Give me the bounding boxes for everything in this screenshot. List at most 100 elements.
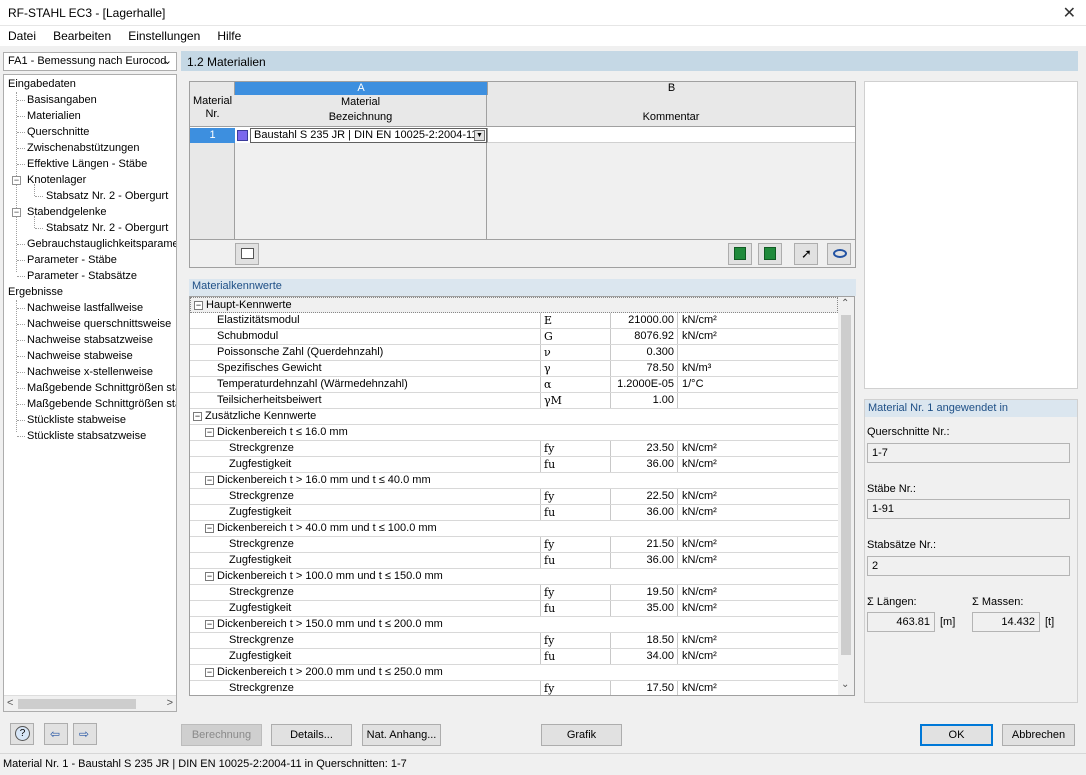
help-icon: ? xyxy=(15,726,30,741)
tree-item-stabendgelenke-stabsatz[interactable]: Stabsatz Nr. 2 - Obergurt xyxy=(46,220,168,236)
help-button[interactable]: ? xyxy=(10,723,34,745)
tree-result-stab[interactable]: Nachweise stabweise xyxy=(27,348,133,364)
group-zusatz[interactable]: − Zusätzliche Kennwerte xyxy=(190,409,839,425)
collapse-icon[interactable]: − xyxy=(205,476,214,485)
header-material: Material Bezeichnung xyxy=(235,95,487,127)
import-excel-button[interactable] xyxy=(758,243,782,265)
collapse-icon[interactable]: − xyxy=(205,524,214,533)
column-header-b[interactable]: B xyxy=(487,82,855,95)
tree-result-stueckliste-stab[interactable]: Stückliste stabweise xyxy=(27,412,126,428)
next-button[interactable]: ⇨ xyxy=(73,723,97,745)
menu-datei[interactable]: Datei xyxy=(8,29,36,43)
tree-item-basisangaben[interactable]: Basisangaben xyxy=(27,92,97,108)
abbrechen-button[interactable]: Abbrechen xyxy=(1002,724,1075,746)
stabsaetze-label: Stabsätze Nr.: xyxy=(867,539,937,551)
collapse-icon[interactable]: − xyxy=(12,208,21,217)
massen-unit: [t] xyxy=(1045,616,1055,628)
tree-item-querschnitte[interactable]: Querschnitte xyxy=(27,124,89,140)
ok-button[interactable]: OK xyxy=(920,724,993,746)
tree-item-materialien[interactable]: Materialien xyxy=(27,108,81,124)
excel-import-icon xyxy=(764,247,776,260)
group-range[interactable]: − Dickenbereich t > 150.0 mm und t ≤ 200… xyxy=(190,617,839,633)
navigator-tree: Eingabedaten Basisangaben Materialien Qu… xyxy=(3,74,177,712)
property-grid-scrollbar[interactable]: ⌃ ⌄ xyxy=(838,297,854,695)
comment-cell[interactable] xyxy=(487,128,855,143)
property-row: Streckgrenze fy 21.50 kN/cm² xyxy=(190,537,839,553)
group-range[interactable]: − Dickenbereich t > 200.0 mm und t ≤ 250… xyxy=(190,665,839,681)
tree-item-effektive-laengen[interactable]: Effektive Längen - Stäbe xyxy=(27,156,147,172)
collapse-icon[interactable]: − xyxy=(205,572,214,581)
tree-eingabedaten[interactable]: Eingabedaten xyxy=(8,76,76,92)
tree-item-knotenlager[interactable]: Knotenlager xyxy=(27,172,86,188)
property-row: Zugfestigkeit fu 36.00 kN/cm² xyxy=(190,553,839,569)
select-pointer-button[interactable]: ➚ xyxy=(794,243,818,265)
tree-result-querschnitt[interactable]: Nachweise querschnittsweise xyxy=(27,316,171,332)
tree-item-parameter-stabsaetze[interactable]: Parameter - Stabsätze xyxy=(27,268,137,284)
property-row: Streckgrenze fy 23.50 kN/cm² xyxy=(190,441,839,457)
collapse-icon[interactable]: − xyxy=(12,176,21,185)
tree-result-x-stelle[interactable]: Nachweise x-stellenweise xyxy=(27,364,153,380)
nat-anhang-button[interactable]: Nat. Anhang... xyxy=(362,724,441,746)
stabsaetze-field: 2 xyxy=(867,556,1070,576)
property-row: Streckgrenze fy 22.50 kN/cm² xyxy=(190,489,839,505)
group-range[interactable]: − Dickenbereich t > 16.0 mm und t ≤ 40.0… xyxy=(190,473,839,489)
graphic-preview xyxy=(864,81,1078,389)
menu-bearbeiten[interactable]: Bearbeiten xyxy=(53,29,111,43)
tree-item-parameter-staebe[interactable]: Parameter - Stäbe xyxy=(27,252,117,268)
collapse-icon[interactable]: − xyxy=(205,620,214,629)
staebe-field: 1-91 xyxy=(867,499,1070,519)
collapse-icon[interactable]: − xyxy=(205,428,214,437)
scroll-left-icon[interactable]: < xyxy=(7,697,13,709)
berechnung-button[interactable]: Berechnung xyxy=(181,724,262,746)
close-icon[interactable]: ✕ xyxy=(1063,3,1076,23)
tree-item-zwischenabstuetzungen[interactable]: Zwischenabstützungen xyxy=(27,140,140,156)
column-header-a[interactable]: A xyxy=(235,82,487,95)
collapse-icon[interactable]: − xyxy=(194,301,203,310)
row-number[interactable]: 1 xyxy=(190,128,235,143)
header-material-top: Material xyxy=(340,96,381,108)
group-range[interactable]: − Dickenbereich t > 100.0 mm und t ≤ 150… xyxy=(190,569,839,585)
menu-hilfe[interactable]: Hilfe xyxy=(217,29,241,43)
group-range[interactable]: − Dickenbereich t ≤ 16.0 mm xyxy=(190,425,839,441)
tree-result-lastfall[interactable]: Nachweise lastfallweise xyxy=(27,300,143,316)
menu-einstellungen[interactable]: Einstellungen xyxy=(128,29,200,43)
grafik-button[interactable]: Grafik xyxy=(541,724,622,746)
property-row: Zugfestigkeit fu 36.00 kN/cm² xyxy=(190,457,839,473)
material-select[interactable]: Baustahl S 235 JR | DIN EN 10025-2:2004-… xyxy=(250,128,487,143)
scroll-right-icon[interactable]: > xyxy=(167,697,173,709)
group-haupt[interactable]: − Haupt-Kennwerte xyxy=(190,297,838,313)
tree-item-stabendgelenke[interactable]: Stabendgelenke xyxy=(27,204,107,220)
library-button[interactable] xyxy=(235,243,259,265)
tree-item-knotenlager-stabsatz[interactable]: Stabsatz Nr. 2 - Obergurt xyxy=(46,188,168,204)
collapse-icon[interactable]: − xyxy=(193,412,202,421)
chevron-up-icon[interactable]: ⌃ xyxy=(841,298,849,309)
tree-result-stabsatz[interactable]: Nachweise stabsatzweise xyxy=(27,332,153,348)
tree-result-schnittgroessen-stabsatz[interactable]: Maßgebende Schnittgrößen stabsatzweise xyxy=(27,396,176,412)
material-select-value: Baustahl S 235 JR | DIN EN 10025-2:2004-… xyxy=(254,129,478,141)
massen-label: Σ Massen: xyxy=(972,596,1024,608)
tree-item-gebrauchstauglichkeit[interactable]: Gebrauchstauglichkeitsparameter xyxy=(27,236,176,252)
group-range[interactable]: − Dickenbereich t > 40.0 mm und t ≤ 100.… xyxy=(190,521,839,537)
laengen-unit: [m] xyxy=(940,616,956,628)
property-row: Temperaturdehnzahl (Wärmedehnzahl) α 1.2… xyxy=(190,377,839,393)
scroll-thumb[interactable] xyxy=(18,699,136,709)
arrow-left-icon: ⇦ xyxy=(50,727,61,741)
tree-horizontal-scrollbar[interactable]: < > xyxy=(4,695,176,711)
export-excel-button[interactable] xyxy=(728,243,752,265)
module-select[interactable]: FA1 - Bemessung nach Eurocod ⌄ xyxy=(3,52,177,71)
dropdown-arrow-icon[interactable]: ▼ xyxy=(474,130,485,141)
collapse-icon[interactable]: − xyxy=(205,668,214,677)
view-button[interactable] xyxy=(827,243,851,265)
tree-result-stueckliste-stabsatz[interactable]: Stückliste stabsatzweise xyxy=(27,428,146,444)
details-button[interactable]: Details... xyxy=(271,724,352,746)
tree-ergebnisse[interactable]: Ergebnisse xyxy=(8,284,63,300)
excel-icon xyxy=(734,247,746,260)
tree-result-schnittgroessen-stab[interactable]: Maßgebende Schnittgrößen stabweise xyxy=(27,380,176,396)
previous-button[interactable]: ⇦ xyxy=(44,723,68,745)
property-row: Zugfestigkeit fu 34.00 kN/cm² xyxy=(190,649,839,665)
scroll-thumb[interactable] xyxy=(841,315,851,655)
materialkennwerte-title: Materialkennwerte xyxy=(189,279,856,296)
chevron-down-icon[interactable]: ⌄ xyxy=(841,679,849,690)
header-material-bottom: Bezeichnung xyxy=(328,111,393,123)
book-icon xyxy=(241,248,254,259)
